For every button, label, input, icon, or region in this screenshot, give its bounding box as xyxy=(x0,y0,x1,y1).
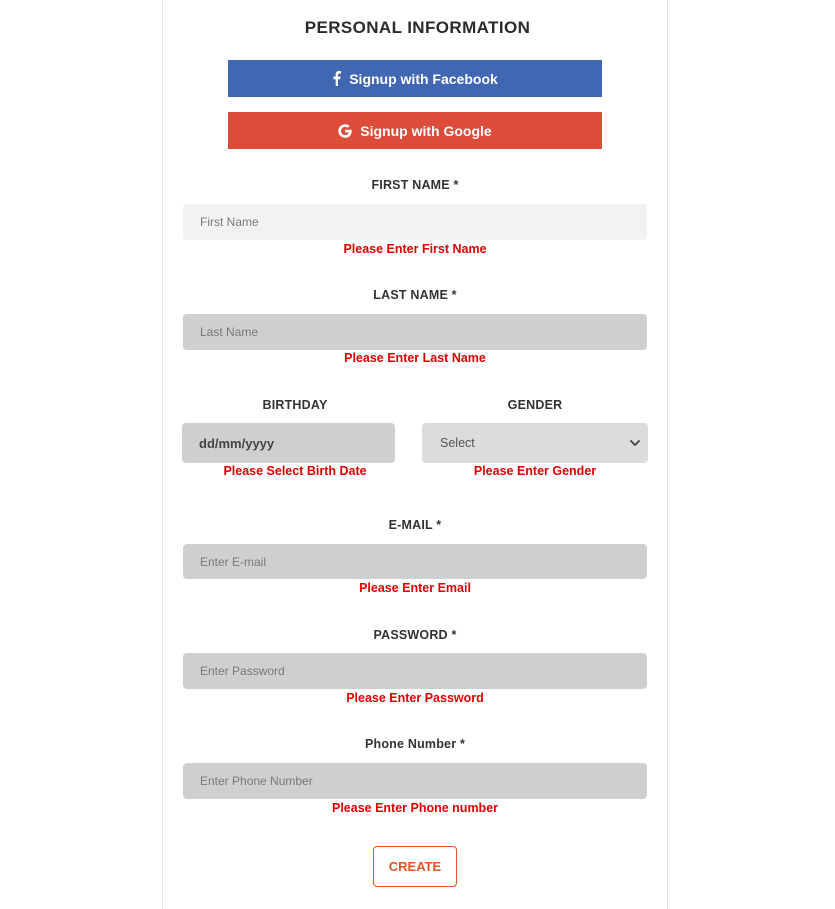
gender-select[interactable]: Select xyxy=(422,423,648,463)
create-button[interactable]: CREATE xyxy=(373,846,457,887)
google-signup-button[interactable]: Signup with Google xyxy=(228,112,602,149)
facebook-signup-label: Signup with Facebook xyxy=(349,70,498,87)
email-input[interactable] xyxy=(183,544,647,579)
gender-error: Please Enter Gender xyxy=(473,464,597,478)
email-label: E-MAIL * xyxy=(388,518,442,532)
facebook-icon xyxy=(332,71,342,86)
phone-label: Phone Number * xyxy=(364,737,466,751)
password-label: PASSWORD * xyxy=(373,628,457,642)
last-name-error: Please Enter Last Name xyxy=(344,351,486,365)
page-title: PERSONAL INFORMATION xyxy=(304,18,531,37)
phone-input[interactable] xyxy=(183,763,647,799)
first-name-label: FIRST NAME * xyxy=(371,178,459,192)
password-error: Please Enter Password xyxy=(346,691,484,705)
password-input[interactable] xyxy=(183,653,647,689)
birthday-value: dd/mm/yyyy xyxy=(199,435,275,451)
last-name-input[interactable] xyxy=(183,314,647,350)
birthday-label: BIRTHDAY xyxy=(262,398,328,412)
email-error: Please Enter Email xyxy=(359,581,471,595)
first-name-input[interactable] xyxy=(183,204,647,240)
signup-page: PERSONAL INFORMATION Signup with Faceboo… xyxy=(0,0,835,909)
facebook-signup-button[interactable]: Signup with Facebook xyxy=(228,60,602,97)
google-icon xyxy=(338,123,352,138)
gender-label: GENDER xyxy=(507,398,563,412)
birthday-input[interactable]: dd/mm/yyyy xyxy=(182,423,395,463)
google-signup-label: Signup with Google xyxy=(360,122,492,139)
chevron-down-icon xyxy=(628,436,642,450)
first-name-error: Please Enter First Name xyxy=(343,242,487,256)
cutoff-text-fragment xyxy=(367,904,467,909)
gender-selected-value: Select xyxy=(440,436,475,450)
phone-error: Please Enter Phone number xyxy=(331,801,499,815)
last-name-label: LAST NAME * xyxy=(373,288,457,302)
birthday-error: Please Select Birth Date xyxy=(223,464,367,478)
